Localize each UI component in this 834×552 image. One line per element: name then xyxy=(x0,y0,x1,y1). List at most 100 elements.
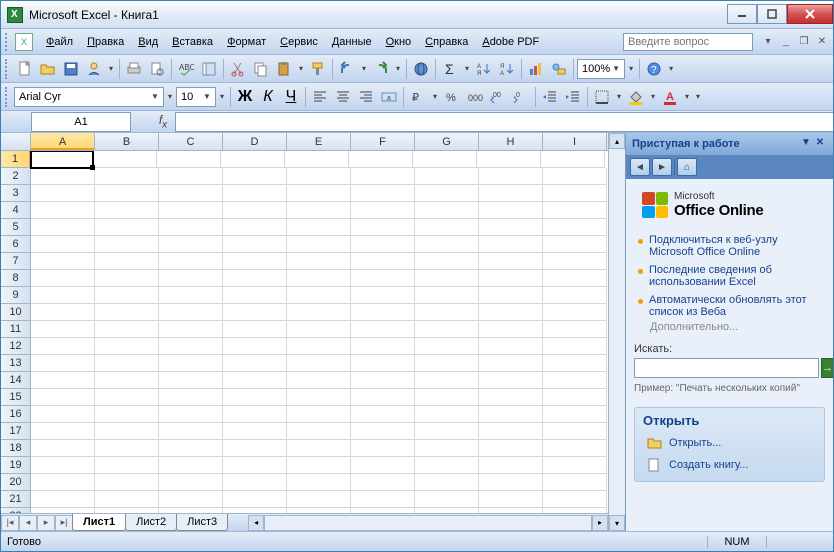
menu-сервис[interactable]: Сервис xyxy=(273,33,325,51)
print-button[interactable] xyxy=(123,58,145,80)
cell-G7[interactable] xyxy=(415,253,479,270)
cell-C12[interactable] xyxy=(159,338,223,355)
cell-F22[interactable] xyxy=(351,508,415,513)
cell-E17[interactable] xyxy=(287,423,351,440)
chart-wizard-button[interactable] xyxy=(525,58,547,80)
home-button[interactable]: ⌂ xyxy=(677,158,697,176)
tab-prev-button[interactable]: ◂ xyxy=(19,515,37,531)
cell-H12[interactable] xyxy=(479,338,543,355)
open-file-link[interactable]: Открыть... xyxy=(643,432,816,454)
cell-F6[interactable] xyxy=(351,236,415,253)
dropdown-arrow-icon[interactable]: ▾ xyxy=(648,92,658,101)
cell-A13[interactable] xyxy=(31,355,95,372)
cell-D19[interactable] xyxy=(223,457,287,474)
dropdown-arrow-icon[interactable]: ▾ xyxy=(165,92,175,101)
cell-D2[interactable] xyxy=(223,168,287,185)
toolbar-options-button[interactable]: ▾ xyxy=(761,35,775,49)
excel-menu-icon[interactable]: X xyxy=(15,33,33,51)
row-header-16[interactable]: 16 xyxy=(1,406,31,423)
cell-D15[interactable] xyxy=(223,389,287,406)
doc-restore-button[interactable]: ❐ xyxy=(797,35,811,49)
cell-A6[interactable] xyxy=(31,236,95,253)
column-header-B[interactable]: B xyxy=(95,133,159,150)
cell-B1[interactable] xyxy=(93,151,157,168)
cell-B8[interactable] xyxy=(95,270,159,287)
cell-C10[interactable] xyxy=(159,304,223,321)
column-header-F[interactable]: F xyxy=(351,133,415,150)
cell-D10[interactable] xyxy=(223,304,287,321)
cell-I8[interactable] xyxy=(543,270,607,287)
dropdown-arrow-icon[interactable]: ▾ xyxy=(614,92,624,101)
ask-question-input[interactable] xyxy=(623,33,753,51)
chevron-down-icon[interactable]: ▼ xyxy=(149,92,161,101)
align-left-button[interactable] xyxy=(309,86,331,108)
cell-B18[interactable] xyxy=(95,440,159,457)
cell-H10[interactable] xyxy=(479,304,543,321)
cell-D20[interactable] xyxy=(223,474,287,491)
cell-A21[interactable] xyxy=(31,491,95,508)
cell-A7[interactable] xyxy=(31,253,95,270)
cell-I15[interactable] xyxy=(543,389,607,406)
cell-H9[interactable] xyxy=(479,287,543,304)
cell-G5[interactable] xyxy=(415,219,479,236)
cell-H7[interactable] xyxy=(479,253,543,270)
cell-C5[interactable] xyxy=(159,219,223,236)
cell-G12[interactable] xyxy=(415,338,479,355)
menu-правка[interactable]: Правка xyxy=(80,33,131,51)
cell-C22[interactable] xyxy=(159,508,223,513)
cell-C17[interactable] xyxy=(159,423,223,440)
cell-E6[interactable] xyxy=(287,236,351,253)
cell-D22[interactable] xyxy=(223,508,287,513)
cell-C2[interactable] xyxy=(159,168,223,185)
align-right-button[interactable] xyxy=(355,86,377,108)
cell-B17[interactable] xyxy=(95,423,159,440)
menu-формат[interactable]: Формат xyxy=(220,33,273,51)
cell-H8[interactable] xyxy=(479,270,543,287)
dropdown-arrow-icon[interactable]: ▾ xyxy=(430,92,440,101)
column-header-D[interactable]: D xyxy=(223,133,287,150)
cell-I7[interactable] xyxy=(543,253,607,270)
cell-E20[interactable] xyxy=(287,474,351,491)
cell-F13[interactable] xyxy=(351,355,415,372)
cell-F5[interactable] xyxy=(351,219,415,236)
cell-I1[interactable] xyxy=(541,151,605,168)
cell-D12[interactable] xyxy=(223,338,287,355)
redo-button[interactable] xyxy=(370,58,392,80)
cell-H1[interactable] xyxy=(477,151,541,168)
cell-F20[interactable] xyxy=(351,474,415,491)
cell-B16[interactable] xyxy=(95,406,159,423)
sort-asc-button[interactable]: АЯ xyxy=(473,58,495,80)
cut-button[interactable] xyxy=(227,58,249,80)
cell-H21[interactable] xyxy=(479,491,543,508)
cell-D14[interactable] xyxy=(223,372,287,389)
cell-D1[interactable] xyxy=(221,151,285,168)
row-header-19[interactable]: 19 xyxy=(1,457,31,474)
cell-C15[interactable] xyxy=(159,389,223,406)
cell-F12[interactable] xyxy=(351,338,415,355)
row-header-18[interactable]: 18 xyxy=(1,440,31,457)
italic-button[interactable]: К xyxy=(257,86,279,108)
cell-G1[interactable] xyxy=(413,151,477,168)
task-pane-close-button[interactable]: ✕ xyxy=(813,137,827,151)
cell-G2[interactable] xyxy=(415,168,479,185)
cell-G20[interactable] xyxy=(415,474,479,491)
cell-A5[interactable] xyxy=(31,219,95,236)
cell-F21[interactable] xyxy=(351,491,415,508)
cell-E16[interactable] xyxy=(287,406,351,423)
cell-A19[interactable] xyxy=(31,457,95,474)
row-header-14[interactable]: 14 xyxy=(1,372,31,389)
underline-button[interactable]: Ч xyxy=(280,86,302,108)
cell-F15[interactable] xyxy=(351,389,415,406)
cell-A15[interactable] xyxy=(31,389,95,406)
cell-E11[interactable] xyxy=(287,321,351,338)
cell-G14[interactable] xyxy=(415,372,479,389)
cell-G10[interactable] xyxy=(415,304,479,321)
cell-A11[interactable] xyxy=(31,321,95,338)
task-pane-dropdown-button[interactable]: ▼ xyxy=(799,137,813,151)
currency-button[interactable]: ₽ xyxy=(407,86,429,108)
cell-A22[interactable] xyxy=(31,508,95,513)
cell-E12[interactable] xyxy=(287,338,351,355)
menu-окно[interactable]: Окно xyxy=(379,33,419,51)
cell-C6[interactable] xyxy=(159,236,223,253)
cell-H15[interactable] xyxy=(479,389,543,406)
